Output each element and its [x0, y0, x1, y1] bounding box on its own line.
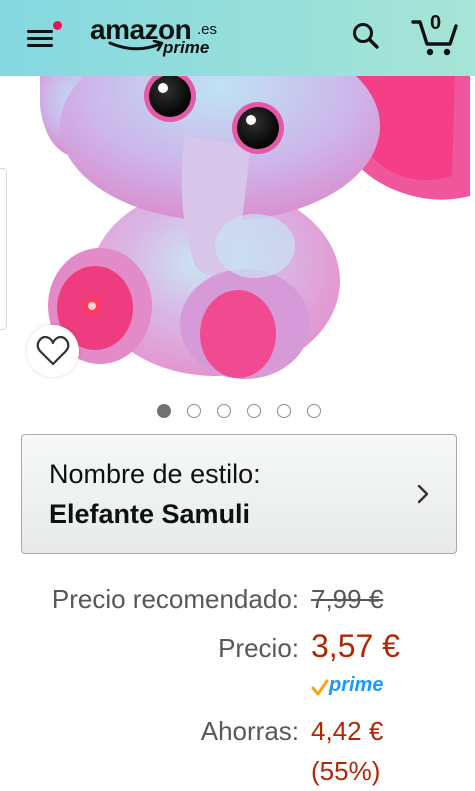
savings-percent: (55%) [311, 756, 381, 786]
style-value: Elefante Samuli [49, 499, 251, 529]
image-carousel-indicator [155, 404, 330, 420]
cart-count: 0 [430, 12, 442, 34]
menu-icon-line [27, 37, 53, 40]
top-nav-bar: amazon .es prime 0 [0, 0, 475, 76]
logo-prime: prime [163, 38, 210, 57]
carousel-dot-5[interactable] [277, 404, 291, 418]
smile-arrow-icon [108, 40, 164, 52]
list-price-label: Precio recomendado: [51, 584, 299, 614]
carousel-dot-3[interactable] [217, 404, 231, 418]
price-label: Precio: [218, 633, 299, 663]
amazon-prime-logo[interactable]: amazon .es prime [90, 12, 230, 62]
list-price-value: 7,99 € [311, 584, 384, 614]
wishlist-button[interactable] [27, 325, 79, 377]
prime-check-icon [311, 679, 329, 696]
cart-button[interactable]: 0 [410, 12, 460, 58]
savings-label: Ahorras: [200, 716, 299, 746]
search-button[interactable] [350, 20, 382, 52]
notification-dot [52, 20, 63, 31]
chevron-right-icon [417, 484, 429, 504]
menu-icon [27, 30, 53, 33]
side-drawer-handle[interactable] [0, 168, 7, 330]
heart-icon [36, 335, 70, 366]
logo-tld: .es [197, 21, 218, 38]
prime-badge: prime [311, 674, 401, 700]
savings-amount: 4,42 € [311, 716, 384, 746]
style-label: Nombre de estilo: [49, 459, 261, 489]
carousel-dot-2[interactable] [187, 404, 201, 418]
prime-label: prime [329, 674, 384, 696]
carousel-dot-6[interactable] [307, 404, 321, 418]
price-value: 3,57 € [311, 628, 400, 664]
carousel-dot-4[interactable] [247, 404, 261, 418]
search-icon [353, 23, 379, 49]
menu-icon-line [27, 44, 53, 47]
style-selector-button[interactable]: Nombre de estilo: Elefante Samuli [21, 434, 457, 554]
carousel-dot-1[interactable] [157, 404, 171, 418]
menu-button[interactable] [24, 20, 64, 52]
